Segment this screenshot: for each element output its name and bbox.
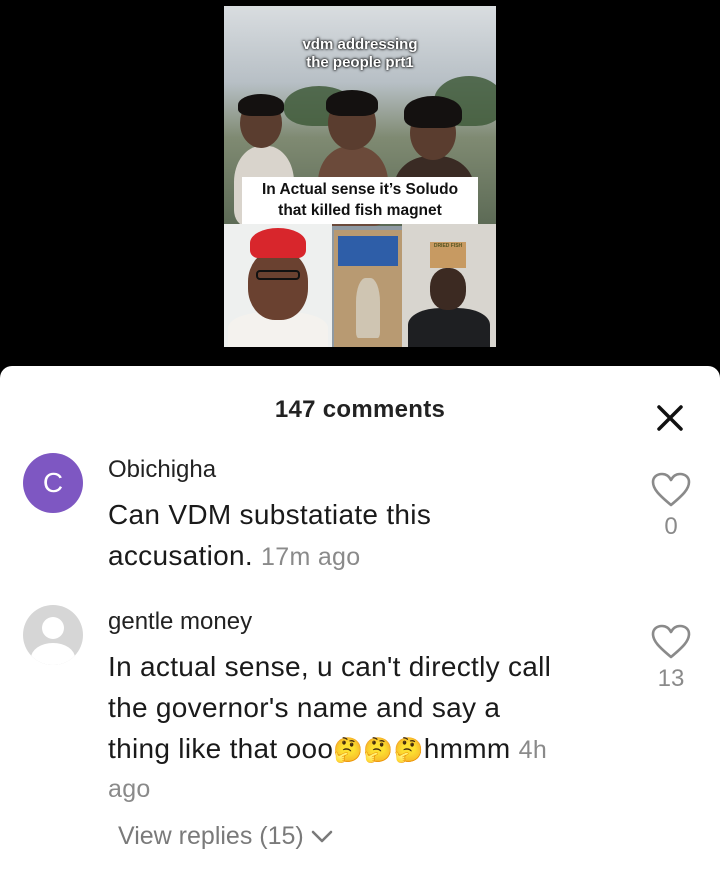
comment-line-text: hmmm <box>423 733 511 764</box>
avatar-head <box>42 617 64 639</box>
collage-panel-street <box>334 230 402 347</box>
avatar[interactable]: C <box>23 453 83 513</box>
banner-line: In Actual sense it’s Soludo <box>261 181 459 198</box>
comment-text: In actual sense, u can't directly call t… <box>108 646 638 807</box>
comments-sheet: 147 comments C Obichigha Can VDM substat… <box>0 366 720 876</box>
face <box>248 250 308 320</box>
comment-time: 4h <box>518 736 548 764</box>
caption-line: the people prt1 <box>306 54 414 71</box>
billboard <box>338 236 398 266</box>
like-count: 0 <box>664 513 678 540</box>
comment-time-continued: ago <box>108 775 151 803</box>
comment-username[interactable]: gentle money <box>108 608 252 636</box>
close-icon <box>657 405 683 431</box>
avatar[interactable] <box>23 605 83 665</box>
heart-icon <box>651 472 691 507</box>
like-count: 13 <box>657 665 685 692</box>
banner-line: that killed fish magnet <box>278 202 442 219</box>
comment-line: the governor's name and say a <box>108 692 501 723</box>
person-3-hair <box>404 96 462 128</box>
person-2-hair <box>326 90 378 116</box>
heart-icon <box>651 624 691 659</box>
comment-text: Can VDM substatiate this accusation. 17m … <box>108 494 638 578</box>
video-caption-top: vdm addressing the people prt1 <box>224 36 496 72</box>
walking-person <box>356 278 380 338</box>
like-button[interactable] <box>651 472 691 513</box>
like-button[interactable] <box>651 624 691 665</box>
view-replies-label: View replies (15) <box>118 822 304 850</box>
red-cap <box>250 228 306 258</box>
close-button[interactable] <box>650 398 690 438</box>
shirt <box>408 308 490 347</box>
chevron-down-icon <box>311 831 332 843</box>
dried-fish-sign: DRIED FISH <box>430 242 466 268</box>
comment-line-text: thing like that ooo <box>108 733 334 764</box>
avatar-body <box>31 643 75 665</box>
caption-line: vdm addressing <box>302 36 418 53</box>
collage-panel-seller: DRIED FISH <box>402 224 496 347</box>
view-replies-button[interactable]: View replies (15) <box>118 822 333 851</box>
comment-line: thing like that ooo🤔🤔🤔hmmm 4h <box>108 728 638 771</box>
comment-time: 17m ago <box>261 543 361 571</box>
glasses <box>256 270 300 280</box>
video-thumbnail[interactable]: vdm addressing the people prt1 In Actual… <box>224 6 496 347</box>
video-caption-banner: In Actual sense it’s Soludo that killed … <box>242 177 478 224</box>
face <box>430 268 466 310</box>
thinking-face-emoji: 🤔🤔🤔 <box>333 737 424 764</box>
person-1-hair <box>238 94 284 116</box>
comment-line: In actual sense, u can't directly call <box>108 651 552 682</box>
comments-count: 147 comments <box>274 396 446 423</box>
comment-username[interactable]: Obichigha <box>108 456 216 484</box>
collage-panel-governor <box>224 224 332 347</box>
